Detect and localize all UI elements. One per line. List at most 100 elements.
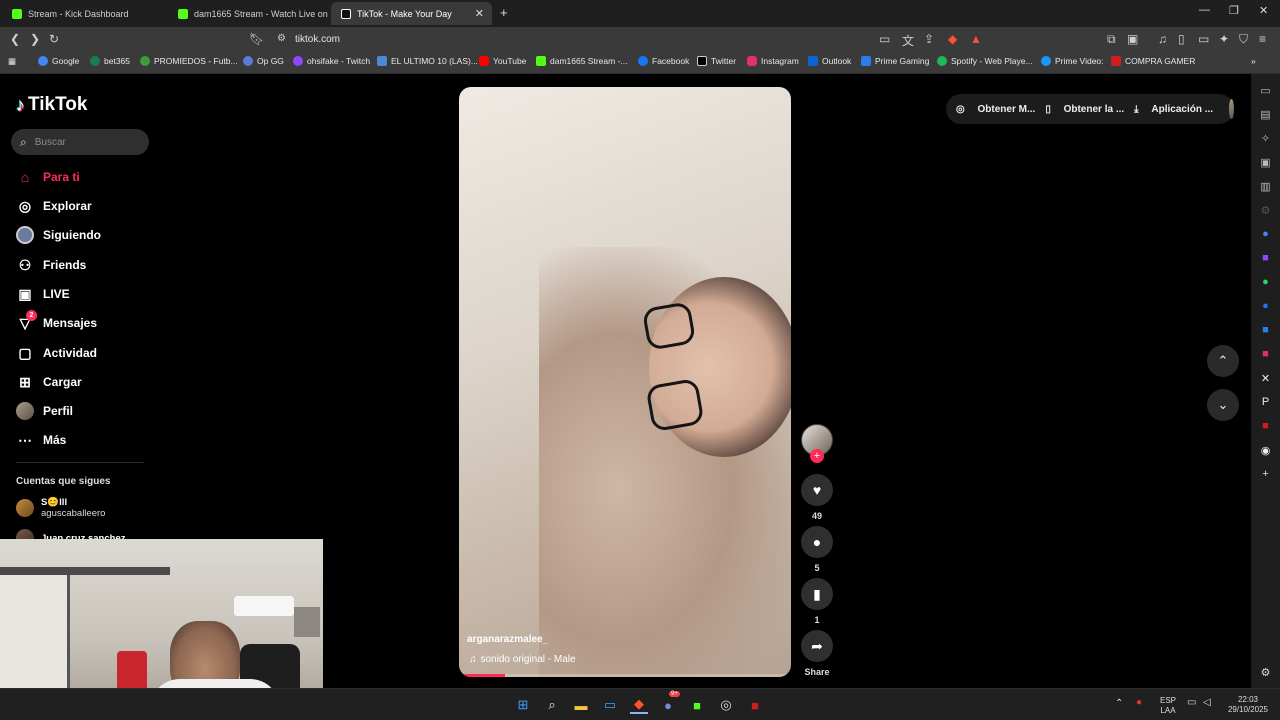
steam-taskbar-icon[interactable]: ◎ bbox=[717, 696, 735, 714]
globe-panel-icon[interactable]: ◉ bbox=[1259, 444, 1272, 457]
brave-rewards-icon[interactable]: ▲ bbox=[970, 32, 982, 46]
video-sound[interactable]: ♫ sonido original - Male bbox=[469, 654, 576, 665]
google-panel-icon[interactable]: ● bbox=[1259, 228, 1272, 240]
share-button[interactable]: ➦ Share bbox=[801, 630, 833, 677]
address-bar[interactable]: ⚙︎ tiktok.com bbox=[268, 29, 908, 50]
bookmark-youtube[interactable]: YouTube bbox=[479, 56, 526, 66]
nav-para-ti[interactable]: ⌂ Para ti bbox=[16, 168, 80, 186]
bookmark-prime-gaming[interactable]: Prime Gaming bbox=[861, 56, 929, 66]
video-username[interactable]: arganarazmalee_ bbox=[467, 634, 548, 645]
brave-taskbar-icon[interactable]: ◆ bbox=[630, 696, 648, 714]
user-avatar[interactable] bbox=[1229, 99, 1234, 119]
windows-start-icon[interactable]: ⊞ bbox=[514, 696, 532, 714]
brave-shields-icon[interactable]: ◆ bbox=[948, 32, 957, 46]
tab-search-icon[interactable]: ▣ bbox=[1127, 32, 1138, 46]
site-settings-icon[interactable]: ⚙︎ bbox=[277, 33, 286, 44]
more-bookmarks-icon[interactable]: » bbox=[1251, 56, 1256, 66]
bookmark-bet365[interactable]: bet365 bbox=[90, 56, 130, 66]
clock[interactable]: 22:03 29/10/2025 bbox=[1222, 695, 1274, 715]
bookmark-spotify[interactable]: Spotify - Web Playe... bbox=[937, 56, 1033, 66]
red-panel-icon[interactable]: ■ bbox=[1259, 420, 1272, 432]
leo-ai-icon[interactable]: ✦ bbox=[1219, 32, 1229, 46]
bookmark-promiedos[interactable]: PROMIEDOS - Futb... bbox=[140, 56, 238, 66]
back-icon[interactable]: ❮ bbox=[10, 32, 20, 46]
nav-cargar[interactable]: ⊞ Cargar bbox=[16, 373, 82, 391]
creator-avatar-button[interactable]: + bbox=[801, 424, 833, 463]
new-tab-button[interactable]: + bbox=[500, 5, 508, 20]
search-input[interactable]: ⌕ Buscar bbox=[11, 129, 149, 155]
discord-taskbar-icon[interactable]: ● 9+ bbox=[659, 691, 680, 714]
nav-friends[interactable]: ⚇ Friends bbox=[16, 256, 87, 274]
messenger-panel-icon[interactable]: ● bbox=[1259, 300, 1272, 312]
previous-video-button[interactable]: ⌃ bbox=[1207, 345, 1239, 377]
file-explorer-icon[interactable]: ▬ bbox=[572, 696, 590, 714]
tab-kick-dashboard[interactable]: Stream - Kick Dashboard bbox=[2, 2, 165, 25]
p-panel-icon[interactable]: P bbox=[1259, 396, 1272, 408]
mic-muted-icon[interactable]: ● bbox=[1136, 698, 1142, 708]
close-tab-icon[interactable]: ✕ bbox=[475, 7, 484, 20]
bookmark-outlook[interactable]: Outlook bbox=[808, 56, 851, 66]
get-coins-button[interactable]: ◎ Obtener M... bbox=[956, 104, 1035, 115]
bookmark-compra-gamer[interactable]: COMPRA GAMER bbox=[1111, 56, 1195, 66]
add-panel-icon[interactable]: + bbox=[1259, 468, 1272, 480]
nav-live[interactable]: ▣ LIVE bbox=[16, 285, 69, 303]
tab-tiktok[interactable]: TikTok - Make Your Day ✕ bbox=[331, 2, 492, 25]
video-player[interactable]: ⋯ arganarazmalee_ ♫ sonido original - Ma… bbox=[459, 87, 791, 677]
comment-button[interactable]: ● 5 bbox=[801, 526, 833, 573]
kick-taskbar-icon[interactable]: ■ bbox=[688, 696, 706, 714]
cast-icon[interactable]: ▭ bbox=[879, 32, 890, 46]
extensions-icon[interactable]: ⧉ bbox=[1107, 32, 1116, 47]
like-button[interactable]: ♥ 49 bbox=[801, 474, 833, 521]
tray-chevron-icon[interactable]: ⌃ bbox=[1115, 699, 1123, 709]
nav-mas[interactable]: ⋯ Más bbox=[16, 431, 66, 449]
video-more-icon[interactable]: ⋯ bbox=[765, 93, 779, 110]
search-taskbar-icon[interactable]: ⌕ bbox=[543, 696, 561, 714]
nav-actividad[interactable]: ▢ Actividad bbox=[16, 344, 97, 362]
forward-icon[interactable]: ❯ bbox=[30, 32, 40, 46]
sidebar-settings-icon[interactable]: ⚙︎ bbox=[1259, 666, 1272, 679]
language-indicator[interactable]: ESP LAA bbox=[1156, 696, 1180, 716]
restore-icon[interactable]: ❐ bbox=[1229, 4, 1239, 17]
volume-icon[interactable]: ◁ bbox=[1203, 698, 1211, 708]
leo-panel-icon[interactable]: ✧ bbox=[1259, 132, 1272, 145]
bookmark-instagram[interactable]: Instagram bbox=[747, 56, 799, 66]
wallet-panel-icon[interactable]: ▤ bbox=[1259, 108, 1272, 121]
video-progress-bar[interactable] bbox=[459, 674, 791, 677]
save-button[interactable]: ▮ 1 bbox=[801, 578, 833, 625]
network-icon[interactable]: ▭ bbox=[1187, 698, 1196, 708]
wallet-icon[interactable]: ▭ bbox=[1198, 32, 1209, 46]
app-taskbar-icon[interactable]: ■ bbox=[746, 696, 764, 714]
translate-icon[interactable]: 文 bbox=[902, 32, 914, 49]
nav-mensajes[interactable]: ▽ 2 Mensajes bbox=[16, 310, 97, 332]
bookmark-facebook[interactable]: Facebook bbox=[638, 56, 689, 66]
menu-icon[interactable]: ≡ bbox=[1259, 32, 1266, 46]
get-app-button[interactable]: ▯ Obtener la ... bbox=[1045, 104, 1124, 115]
apps-grid-icon[interactable]: ▦ bbox=[8, 56, 16, 67]
follow-plus-icon[interactable]: + bbox=[810, 449, 824, 463]
instagram-panel-icon[interactable]: ■ bbox=[1259, 348, 1272, 360]
monitor-icon[interactable]: ▭ bbox=[601, 696, 619, 714]
minimize-icon[interactable]: — bbox=[1199, 4, 1210, 16]
following-account[interactable]: S😊lll aguscaballeero bbox=[16, 497, 105, 519]
bookmark-twitter[interactable]: Twitter bbox=[697, 56, 736, 66]
sidebar-toggle-icon[interactable]: ▯ bbox=[1178, 32, 1185, 46]
share-icon[interactable]: ⇪ bbox=[924, 32, 934, 46]
bookmark-prime-video[interactable]: Prime Video: bbox=[1041, 56, 1104, 66]
bookmark-twitch[interactable]: ohsifake - Twitch bbox=[293, 56, 370, 66]
tiktok-logo[interactable]: ♪ TikTok bbox=[16, 94, 87, 116]
x-panel-icon[interactable]: ✕ bbox=[1259, 372, 1272, 385]
nav-siguiendo[interactable]: Siguiendo bbox=[16, 226, 101, 244]
bookmarks-panel-icon[interactable]: ▣ bbox=[1259, 156, 1272, 169]
tab-dam1665-stream[interactable]: dam1665 Stream - Watch Live on bbox=[168, 2, 329, 25]
bookmark-opgg[interactable]: Op GG bbox=[243, 56, 284, 66]
bookmark-el-ultimo[interactable]: EL ULTIMO 10 (LAS)... bbox=[377, 56, 478, 66]
bookmark-google[interactable]: Google bbox=[38, 56, 79, 66]
calendar-panel-icon[interactable]: ■ bbox=[1259, 324, 1272, 336]
nav-explorar[interactable]: ◎ Explorar bbox=[16, 197, 92, 215]
close-window-icon[interactable]: ✕ bbox=[1259, 4, 1268, 17]
bookmark-dam1665[interactable]: dam1665 Stream -... bbox=[536, 56, 627, 66]
reload-icon[interactable]: ↻ bbox=[49, 32, 59, 46]
media-icon[interactable]: ♫ bbox=[1158, 32, 1167, 46]
desktop-app-button[interactable]: ⤓ Aplicación ... bbox=[1134, 104, 1213, 115]
whatsapp-panel-icon[interactable]: ● bbox=[1259, 276, 1272, 288]
